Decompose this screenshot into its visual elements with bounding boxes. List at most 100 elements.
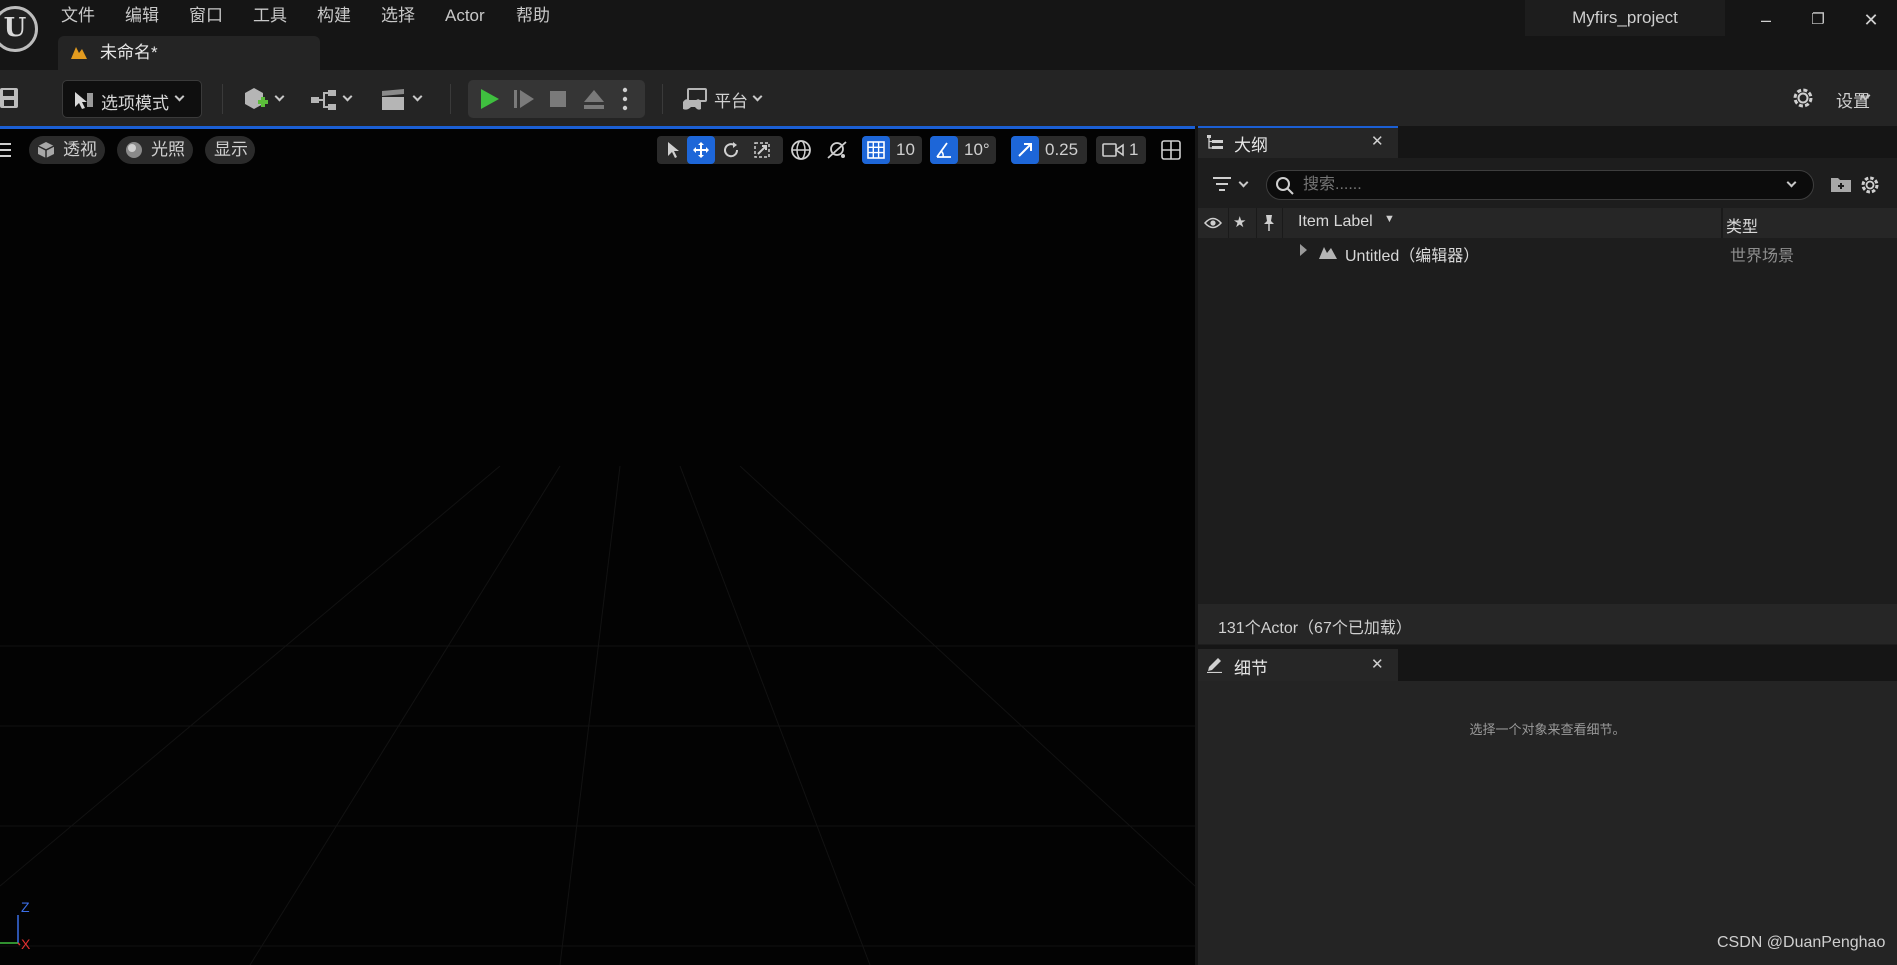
minimize-button[interactable]: – [1752, 8, 1780, 32]
outliner-tab[interactable]: 大纲 ✕ [1198, 126, 1398, 158]
close-window-button[interactable]: ✕ [1857, 8, 1885, 32]
toolbar-divider [222, 84, 223, 114]
main-toolbar: 选项模式 平台 设置 [0, 70, 1897, 126]
visibility-eye-icon[interactable] [1204, 216, 1222, 230]
menu-file[interactable]: 文件 [61, 4, 95, 28]
scale-snap-control[interactable]: 0.25 [1011, 136, 1087, 164]
details-panel: 细节 ✕ 选择一个对象来查看细节。 [1198, 647, 1897, 965]
move-arrows-icon [693, 142, 709, 158]
column-divider [1282, 208, 1283, 238]
blueprints-button[interactable] [308, 80, 356, 118]
column-item-label[interactable]: Item Label [1298, 213, 1373, 231]
gear-icon[interactable] [1859, 174, 1881, 196]
menu-tools[interactable]: 工具 [253, 4, 287, 28]
column-divider [1721, 208, 1723, 238]
filter-button[interactable] [1212, 172, 1256, 198]
perspective-label: 透视 [63, 140, 97, 159]
level-tab[interactable]: 未命名* [58, 36, 320, 70]
grid-icon [867, 141, 885, 159]
select-arrow-icon[interactable] [665, 141, 681, 159]
add-content-button[interactable] [240, 80, 288, 118]
row-type: 世界场景 [1730, 248, 1795, 265]
scale-snap-toggle[interactable] [1011, 136, 1039, 164]
scale-snap-value: 0.25 [1045, 140, 1079, 159]
axis-z-label: Z [21, 899, 30, 915]
grid-snap-control[interactable]: 10 [862, 136, 922, 164]
world-icon [1319, 247, 1337, 259]
eject-icon[interactable] [582, 88, 606, 110]
scale-icon[interactable] [753, 141, 771, 159]
details-empty-message: 选择一个对象来查看细节。 [1469, 722, 1626, 737]
menu-edit[interactable]: 编辑 [125, 4, 159, 28]
row-label: Untitled（编辑器） [1345, 248, 1480, 265]
sort-down-icon[interactable]: ▼ [1384, 213, 1395, 225]
star-icon[interactable]: ★ [1233, 213, 1246, 231]
mode-select-button[interactable]: 选项模式 [62, 80, 202, 118]
level-viewport[interactable]: 透视 光照 显示 10 10° 0.25 1 Z X [0, 126, 1195, 965]
axis-gizmo [0, 915, 21, 946]
expand-arrow-icon[interactable] [1300, 244, 1307, 256]
advance-frame-icon[interactable] [512, 88, 536, 110]
chevron-down-icon [1238, 177, 1249, 188]
outliner-tab-label: 大纲 [1234, 136, 1268, 155]
lit-sphere-icon [126, 142, 142, 158]
show-button[interactable]: 显示 [205, 136, 255, 164]
grid-snap-value: 10 [896, 140, 915, 159]
details-tab[interactable]: 细节 ✕ [1198, 649, 1398, 681]
save-icon[interactable] [0, 86, 20, 110]
grid-snap-toggle[interactable] [862, 136, 890, 164]
add-folder-icon[interactable] [1830, 174, 1852, 194]
cube-icon [37, 142, 55, 158]
add-actor-icon [245, 88, 268, 109]
rotate-icon[interactable] [722, 141, 740, 159]
menu-select[interactable]: 选择 [381, 4, 415, 28]
unreal-logo-icon[interactable]: U [0, 6, 38, 52]
project-name: Myfirs_project [1525, 0, 1725, 36]
more-options-icon[interactable] [618, 86, 632, 112]
play-controls [468, 80, 645, 118]
viewport-menu-icon[interactable] [0, 140, 14, 160]
column-divider [1256, 208, 1257, 238]
menu-window[interactable]: 窗口 [189, 4, 223, 28]
chevron-down-icon [412, 91, 423, 102]
close-icon[interactable]: ✕ [1371, 655, 1384, 673]
stop-icon[interactable] [548, 89, 568, 109]
perspective-button[interactable]: 透视 [29, 136, 105, 164]
search-icon [1276, 177, 1294, 195]
angle-icon [936, 142, 951, 158]
viewport-layout-icon[interactable] [1160, 136, 1184, 164]
menu-help[interactable]: 帮助 [516, 4, 550, 28]
gear-icon[interactable] [1790, 85, 1816, 111]
surface-snapping-icon[interactable] [824, 136, 850, 164]
menu-actor[interactable]: Actor [445, 4, 485, 28]
watermark: CSDN @DuanPenghao [1717, 934, 1886, 951]
menu-build[interactable]: 构建 [317, 4, 351, 28]
rotation-snap-toggle[interactable] [930, 136, 958, 164]
camera-speed-control[interactable]: 1 [1096, 136, 1146, 164]
toolbar-divider [662, 84, 663, 114]
platforms-button[interactable]: 平台 [680, 80, 770, 118]
pencil-icon [1207, 658, 1222, 673]
close-icon[interactable]: ✕ [1371, 132, 1384, 150]
search-input[interactable] [1301, 173, 1761, 197]
lighting-button[interactable]: 光照 [117, 136, 193, 164]
gamepad-icon [683, 88, 707, 110]
pin-icon[interactable] [1262, 214, 1276, 232]
cinematics-button[interactable] [378, 80, 426, 118]
column-type[interactable]: 类型 [1726, 213, 1758, 237]
outliner-column-header: ★ Item Label ▼ 类型 [1198, 208, 1897, 238]
world-coordinates-icon[interactable] [788, 136, 814, 164]
chevron-down-icon[interactable] [1786, 177, 1797, 188]
level-icon [71, 47, 87, 59]
play-icon[interactable] [478, 88, 502, 110]
outliner-search[interactable] [1266, 170, 1814, 200]
outliner-row[interactable]: Untitled（编辑器） 世界场景 [1198, 238, 1897, 266]
level-tab-label: 未命名* [100, 43, 158, 62]
translate-tool[interactable] [687, 136, 715, 164]
restore-button[interactable]: ❐ [1804, 8, 1832, 32]
rotation-snap-control[interactable]: 10° [930, 136, 996, 164]
mode-select-label: 选项模式 [101, 94, 169, 113]
chevron-down-icon [274, 91, 285, 102]
actor-count-text: 131个Actor（67个已加载） [1218, 620, 1412, 637]
toolbar-divider [450, 84, 451, 114]
